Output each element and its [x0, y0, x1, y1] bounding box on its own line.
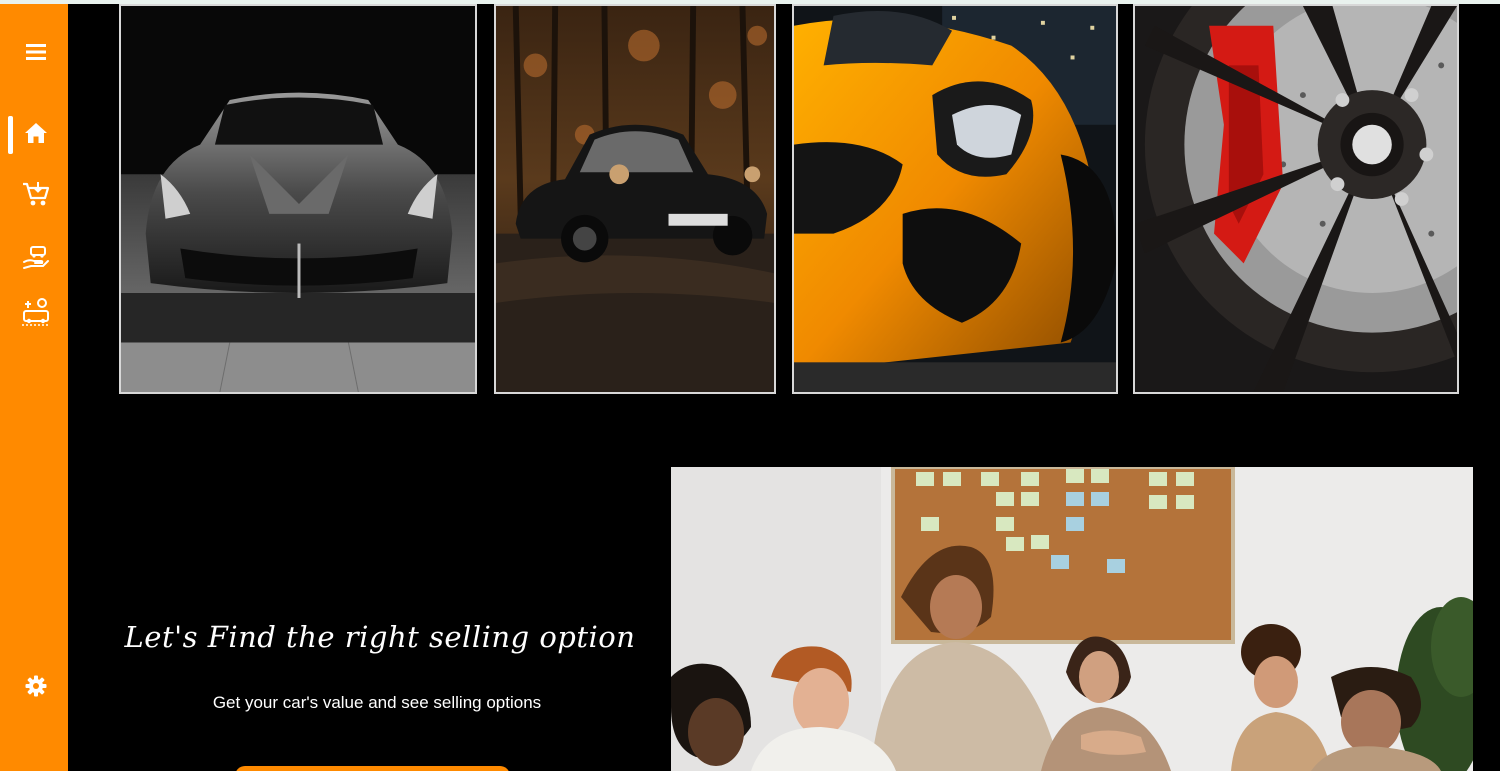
cta-button[interactable]	[235, 766, 510, 771]
wheel-photo	[1135, 6, 1457, 392]
team-handshake-image	[671, 467, 1473, 771]
gallery-image-supercar[interactable]	[119, 4, 477, 394]
hand-car-icon	[23, 246, 49, 269]
menu-button[interactable]	[14, 32, 58, 72]
gallery-image-orange-car[interactable]	[792, 4, 1118, 394]
supercar-photo	[121, 6, 475, 392]
hero-headline: Let's Find the right selling option	[124, 620, 636, 654]
team-photo	[671, 467, 1473, 771]
hamburger-menu-icon	[26, 44, 46, 60]
vintage-car-photo	[496, 6, 774, 392]
gallery-image-vintage-car[interactable]	[494, 4, 776, 394]
shopping-cart-icon	[23, 182, 50, 206]
sidebar	[0, 4, 68, 771]
sidebar-item-shop[interactable]	[14, 174, 58, 214]
orange-car-photo	[794, 6, 1116, 392]
active-indicator	[8, 116, 13, 154]
app-window: Let's Find the right selling option Get …	[0, 0, 1500, 771]
hero-subheadline: Get your car's value and see selling opt…	[212, 693, 542, 712]
sidebar-item-sell[interactable]	[14, 238, 58, 278]
settings-button[interactable]	[14, 666, 58, 706]
sidebar-item-services[interactable]	[14, 292, 58, 332]
gear-icon	[25, 675, 47, 697]
sidebar-item-home[interactable]	[14, 113, 58, 153]
car-service-icon	[22, 298, 50, 326]
home-icon	[25, 123, 47, 143]
gallery-image-wheel[interactable]	[1133, 4, 1459, 394]
